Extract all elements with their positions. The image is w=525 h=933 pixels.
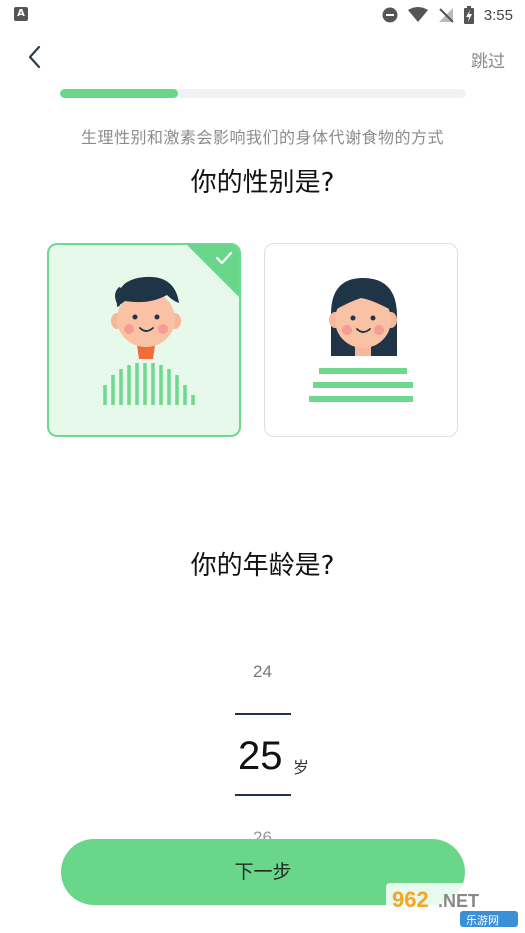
- site-watermark-logo: 962 .NET 乐游网: [386, 883, 522, 929]
- age-option-current[interactable]: 25: [238, 734, 283, 779]
- gender-card-male[interactable]: [47, 243, 241, 437]
- no-signal-icon: [438, 8, 454, 23]
- battery-charging-icon: [463, 6, 474, 24]
- back-button[interactable]: [22, 42, 50, 74]
- gender-card-female[interactable]: [264, 243, 458, 437]
- female-avatar-illustration: [309, 278, 413, 402]
- skip-button[interactable]: 跳过: [471, 47, 505, 72]
- age-unit: 岁: [293, 758, 310, 777]
- svg-text:乐游网: 乐游网: [466, 914, 499, 927]
- subtitle: 生理性别和激素会影响我们的身体代谢食物的方式: [80, 128, 444, 147]
- chevron-left-icon: [28, 45, 41, 69]
- check-icon: [215, 251, 233, 265]
- progress-bar: [60, 89, 466, 98]
- status-icons: 3:55: [382, 5, 513, 25]
- gender-question: 你的性别是?: [190, 168, 335, 198]
- svg-text:962: 962: [392, 887, 429, 912]
- status-bar: A 3:55: [0, 0, 525, 30]
- dnd-icon: [382, 7, 398, 23]
- age-option-prev[interactable]: 24: [0, 662, 525, 682]
- status-time: 3:55: [483, 6, 513, 24]
- wifi-icon: [407, 7, 428, 22]
- progress-fill: [60, 89, 178, 98]
- picker-top-line: [235, 713, 291, 715]
- age-question: 你的年龄是?: [190, 551, 335, 581]
- svg-text:.NET: .NET: [438, 891, 479, 911]
- picker-bottom-line: [235, 794, 291, 796]
- a-notification-icon: A: [14, 7, 28, 21]
